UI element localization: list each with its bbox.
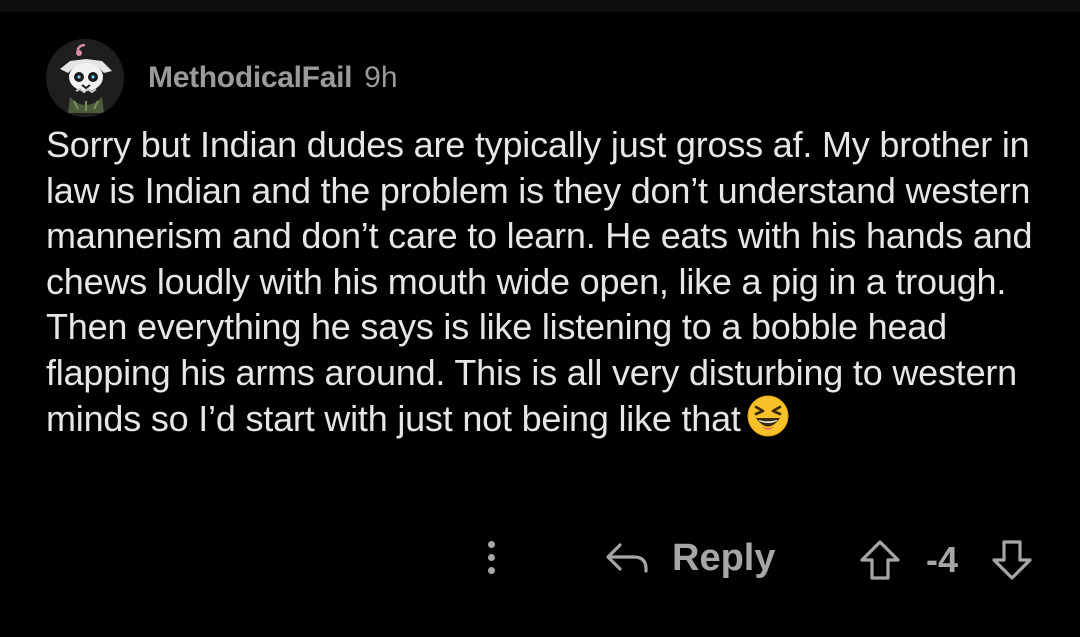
comment-body: Sorry but Indian dudes are typically jus… xyxy=(46,122,1046,442)
top-bar xyxy=(0,0,1080,12)
comment: MethodicalFail 9h Sorry but Indian dudes… xyxy=(0,12,1080,637)
more-dot xyxy=(487,566,495,574)
skull-avatar-icon[interactable] xyxy=(46,39,124,117)
comment-actions: Reply -4 xyxy=(0,524,1080,594)
reply-button[interactable]: Reply xyxy=(604,530,775,586)
comment-age: 9h xyxy=(364,61,398,94)
comment-author[interactable]: MethodicalFail xyxy=(148,61,352,95)
laughing-squinting-face-emoji xyxy=(747,395,789,437)
comment-header: MethodicalFail 9h xyxy=(46,39,398,117)
arrow-up-icon[interactable] xyxy=(858,538,902,582)
more-vertical-icon[interactable] xyxy=(474,532,508,582)
arrow-down-icon[interactable] xyxy=(990,538,1034,582)
comment-body-text: Sorry but Indian dudes are typically jus… xyxy=(46,124,1033,439)
more-dot xyxy=(487,553,495,561)
reply-label: Reply xyxy=(672,536,776,579)
vote-score: -4 xyxy=(926,539,959,580)
reply-arrow-icon xyxy=(606,543,648,573)
more-dot xyxy=(487,540,495,548)
